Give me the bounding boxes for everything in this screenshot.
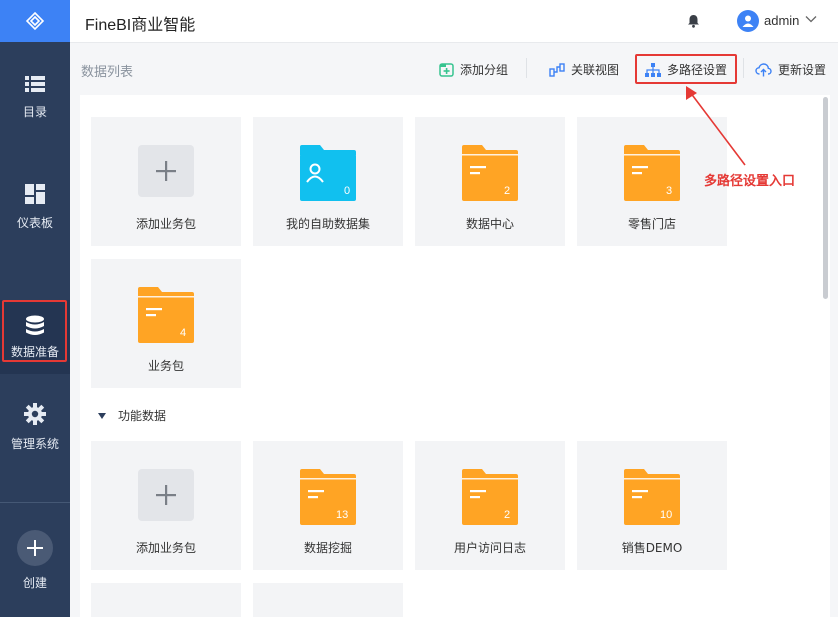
user-icon [742,15,754,27]
card-label: 数据中心 [465,217,514,231]
top-header: FineBI商业智能 admin [70,0,838,43]
chevron-down-icon[interactable] [805,15,817,23]
folder-icon: 13 [300,469,356,525]
folder-icon: 4 [138,287,194,343]
sidebar-item-admin[interactable]: 管理系统 [0,390,70,464]
package-card[interactable] [91,583,241,617]
card-label: 用户访问日志 [453,541,526,555]
package-card[interactable] [253,583,403,617]
sidebar-item-label: 仪表板 [16,215,53,230]
sidebar-item-dashboard[interactable]: 仪表板 [0,170,70,244]
sidebar-item-data-prep[interactable]: 数据准备 [0,300,70,374]
app-title: FineBI商业智能 [85,17,196,34]
update-settings-button[interactable]: 更新设置 [755,61,826,78]
bell-icon[interactable] [687,14,700,28]
folder-count: 10 [660,509,672,521]
card-label: 零售门店 [627,217,676,231]
folder-count: 2 [504,185,510,197]
plus-icon [138,469,194,521]
gear-icon [24,402,46,425]
folder-icon: 2 [462,469,518,525]
section-header[interactable]: 功能数据 [98,407,166,424]
card-label: 添加业务包 [135,217,196,231]
add-group-icon [439,62,454,77]
create-button[interactable]: 创建 [0,530,70,610]
folder-icon: 2 [462,145,518,201]
section-title: 功能数据 [118,409,167,423]
folder-count: 13 [336,509,348,521]
app-logo[interactable] [0,0,70,42]
caret-down-icon [98,412,106,419]
folder-icon: 3 [624,145,680,201]
divider [0,502,70,503]
divider [526,58,527,78]
page-title: 数据列表 [81,65,134,80]
logo-icon [25,11,45,31]
dashboard-icon [25,183,45,204]
user-folder-icon: 0 [300,145,356,201]
highlight-box [2,300,67,362]
update-settings-label: 更新设置 [778,63,827,77]
package-card[interactable]: 13 数据挖掘 [253,441,403,570]
relation-icon [549,62,565,77]
sidebar-item-label: 目录 [22,104,47,119]
list-icon [25,75,45,92]
card-label: 业务包 [147,359,184,373]
folder-icon: 10 [624,469,680,525]
card-label: 数据挖掘 [303,541,352,555]
plus-icon [17,530,53,566]
folder-count: 3 [666,185,672,197]
sidebar: 目录 仪表板 数据准备 管理系统 创建 [0,0,70,617]
folder-count: 4 [180,327,186,339]
sidebar-item-label: 管理系统 [10,436,59,451]
add-package-card[interactable]: 添加业务包 [91,441,241,570]
card-label: 销售DEMO [621,541,683,555]
card-label: 添加业务包 [135,541,196,555]
plus-icon [138,145,194,197]
annotation-label: 多路径设置入口 [704,174,796,189]
folder-count: 2 [504,509,510,521]
scrollbar-thumb[interactable] [823,97,828,299]
add-group-label: 添加分组 [460,63,509,77]
package-card[interactable]: 4 业务包 [91,259,241,388]
package-card[interactable]: 10 销售DEMO [577,441,727,570]
card-label: 我的自助数据集 [285,217,370,231]
self-dataset-card[interactable]: 0 我的自助数据集 [253,117,403,246]
package-card[interactable]: 2 数据中心 [415,117,565,246]
divider [743,58,744,78]
highlight-box [635,54,737,84]
add-package-card[interactable]: 添加业务包 [91,117,241,246]
create-label: 创建 [22,576,47,590]
avatar[interactable] [737,10,759,32]
cloud-update-icon [755,62,772,76]
add-group-button[interactable]: 添加分组 [439,61,508,78]
folder-count: 0 [344,185,350,197]
username[interactable]: admin [764,13,799,28]
relation-view-button[interactable]: 关联视图 [549,61,619,78]
relation-view-label: 关联视图 [571,63,620,77]
package-card[interactable]: 2 用户访问日志 [415,441,565,570]
sidebar-item-catalog[interactable]: 目录 [0,60,70,134]
